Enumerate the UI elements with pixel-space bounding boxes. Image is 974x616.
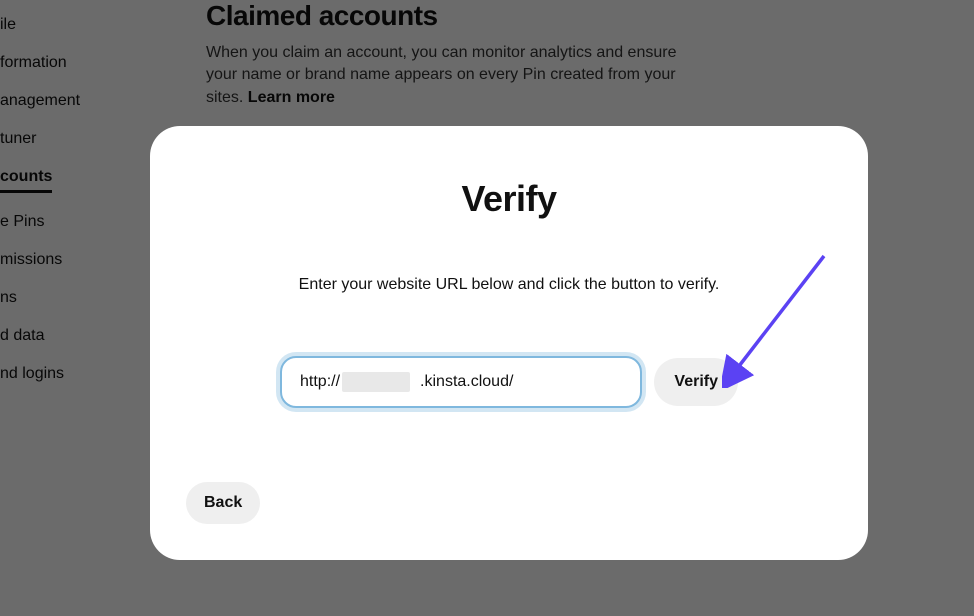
website-url-input[interactable]	[280, 356, 642, 408]
modal-description: Enter your website URL below and click t…	[188, 276, 830, 294]
verify-button[interactable]: Verify	[654, 358, 738, 406]
back-button[interactable]: Back	[186, 482, 260, 524]
redacted-segment	[342, 372, 410, 392]
url-input-wrapper	[280, 356, 642, 408]
verify-input-row: Verify	[188, 356, 830, 408]
verify-modal: Verify Enter your website URL below and …	[150, 126, 868, 560]
modal-title: Verify	[188, 178, 830, 220]
